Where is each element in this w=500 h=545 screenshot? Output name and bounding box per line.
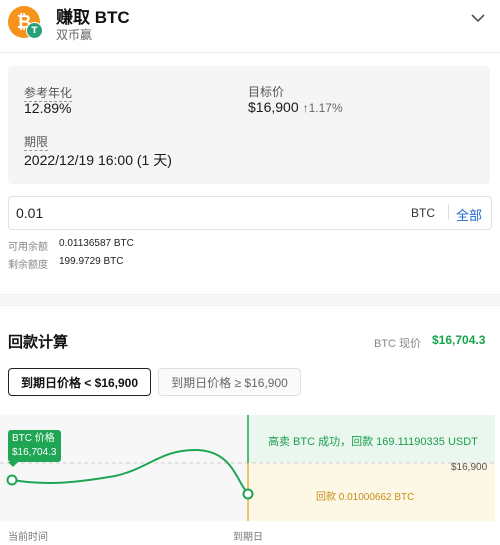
header-divider: [0, 52, 500, 53]
term-label-wrap[interactable]: 期限: [24, 133, 49, 151]
chevron-down-icon[interactable]: [466, 6, 490, 30]
current-price-tag: BTC 价格 $16,704.3: [8, 430, 61, 462]
spot-price-label: BTC 现价: [374, 338, 422, 350]
remaining-quota-value: 199.9729 BTC: [59, 256, 124, 267]
target-price-value: $16,900: [248, 99, 299, 115]
product-subtitle: 双币赢: [56, 28, 93, 42]
amount-currency: BTC: [411, 206, 435, 220]
below-strike-outcome: 回款 0.01000662 BTC: [316, 492, 415, 503]
amount-input-value[interactable]: 0.01: [16, 205, 43, 221]
remaining-quota-label: 剩余额度: [8, 260, 48, 271]
start-point: [6, 474, 18, 486]
strike-price-label: $16,900: [451, 462, 488, 473]
term-label[interactable]: 期限: [24, 135, 49, 151]
target-price-label: 目标价: [248, 85, 285, 99]
end-point: [242, 488, 254, 500]
x-axis-end-label: 到期日: [233, 532, 263, 543]
term-value: 2022/12/19 16:00 (1 天): [24, 152, 172, 168]
above-strike-outcome: 高卖 BTC 成功，回款 169.11190335 USDT: [268, 436, 478, 448]
repayment-title: 回款计算: [8, 334, 69, 351]
price-tag-pointer: [8, 462, 18, 467]
current-price-tag-value: $16,704.3: [12, 447, 57, 458]
target-price-change: ↑1.17%: [302, 101, 343, 115]
target-price-row: $16,900 ↑1.17%: [248, 99, 343, 117]
page-title: 赚取 BTC: [56, 8, 130, 27]
usdt-badge-icon: T: [26, 22, 43, 39]
current-price-tag-label: BTC 价格: [12, 433, 55, 444]
amount-separator: [448, 204, 449, 220]
available-balance-label: 可用余额: [8, 242, 48, 253]
max-amount-button[interactable]: 全部: [456, 205, 482, 224]
available-balance-value: 0.01136587 BTC: [59, 238, 134, 249]
apy-value: 12.89%: [24, 100, 72, 116]
spot-price-value: $16,704.3: [432, 333, 486, 347]
tab-above-target[interactable]: 到期日价格 ≥ $16,900: [158, 368, 301, 396]
tab-below-target[interactable]: 到期日价格 < $16,900: [8, 368, 151, 396]
x-axis-start-label: 当前时间: [8, 532, 48, 543]
price-path-chart: [0, 415, 495, 521]
section-divider: [0, 294, 500, 306]
